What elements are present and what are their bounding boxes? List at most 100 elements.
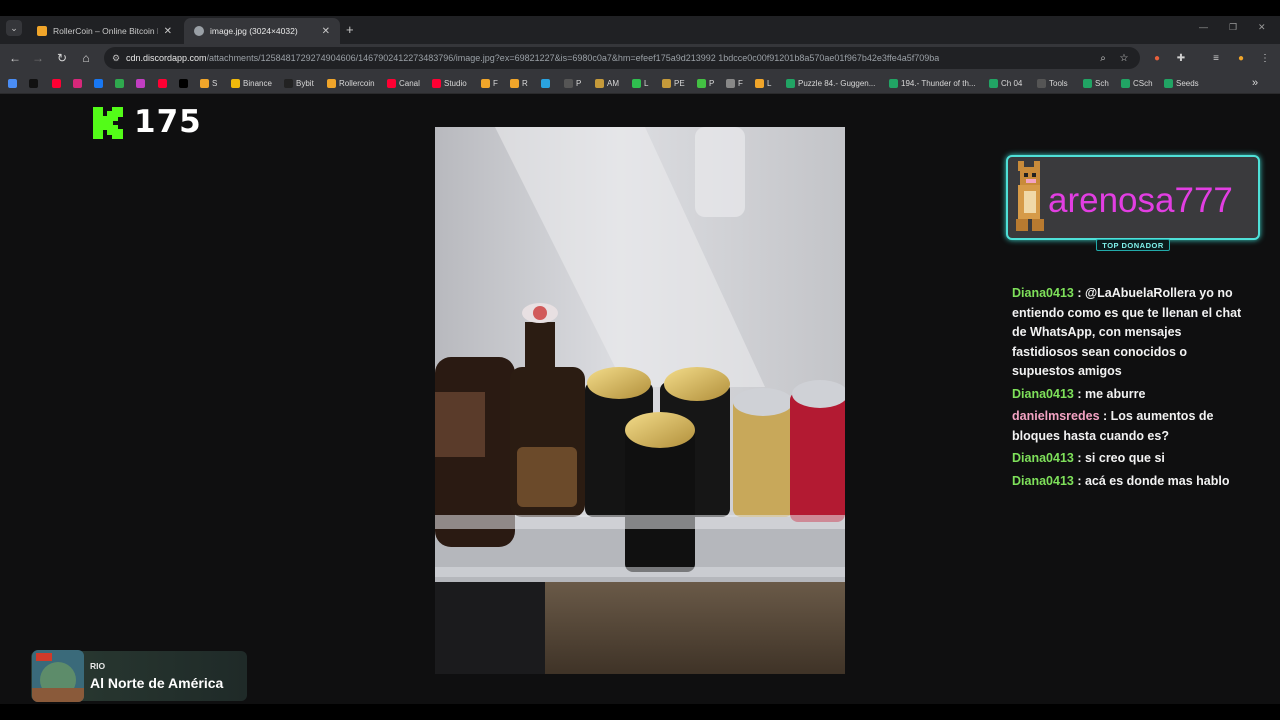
- bookmark-item[interactable]: Sch: [1083, 76, 1109, 90]
- chat-username: Diana0413: [1012, 286, 1074, 300]
- bookmark-label: AM: [607, 78, 619, 88]
- app-icon: [136, 78, 145, 88]
- x-icon: [179, 78, 188, 88]
- bookmark-item[interactable]: Rollercoin: [327, 76, 375, 90]
- tab-image[interactable]: image.jpg (3024×4032) ✕: [184, 18, 340, 44]
- minimize-icon[interactable]: —: [1199, 22, 1208, 32]
- top-donor-name: arenosa777: [1048, 181, 1233, 220]
- globe-icon: [8, 78, 17, 88]
- profile-avatar[interactable]: ●: [1234, 51, 1248, 65]
- bookmark-item[interactable]: [94, 76, 106, 90]
- bookmark-item[interactable]: S: [200, 76, 217, 90]
- bookmark-label: Canal: [399, 78, 420, 88]
- menu-icon[interactable]: ⋮: [1258, 51, 1272, 65]
- top-donor-badge: arenosa777: [1006, 155, 1260, 240]
- forward-icon[interactable]: →: [30, 50, 46, 66]
- bookmark-item[interactable]: P: [697, 76, 714, 90]
- facebook-icon: [94, 78, 103, 88]
- chat-message: Diana0413 : acá es donde mas hablo: [1012, 473, 1230, 488]
- bookmark-item[interactable]: Studio: [432, 76, 467, 90]
- close-icon[interactable]: ✕: [322, 26, 330, 37]
- chat-text: si creo que si: [1084, 451, 1165, 465]
- letterbox-top: [0, 0, 1280, 16]
- bookmark-label: R: [522, 78, 528, 88]
- bookmark-label: CSch: [1133, 78, 1153, 88]
- bookmark-item[interactable]: [52, 76, 64, 90]
- bookmark-item[interactable]: F: [481, 76, 498, 90]
- bookmark-item[interactable]: [73, 76, 85, 90]
- bookmark-item[interactable]: Seeds: [1164, 76, 1199, 90]
- chat-username: Diana0413: [1012, 473, 1074, 488]
- app-icon: [632, 78, 641, 88]
- bookmark-label: Bybit: [296, 78, 314, 88]
- zoom-icon[interactable]: ⌕: [1096, 51, 1110, 65]
- bookmark-item[interactable]: F: [726, 76, 743, 90]
- bookmark-item[interactable]: PE: [662, 76, 685, 90]
- bookmark-item[interactable]: 194.- Thunder of th...: [889, 76, 976, 90]
- bookmark-label: Puzzle 84.- Guggen...: [798, 78, 876, 88]
- extension-fox-icon[interactable]: ●: [1150, 51, 1164, 65]
- tool-icon: [662, 78, 671, 88]
- bookmark-item[interactable]: CSch: [1121, 76, 1153, 90]
- bookmark-label: Tools: [1049, 78, 1068, 88]
- bookmark-item[interactable]: Ch 04: [989, 76, 1022, 90]
- bookmark-item[interactable]: Canal: [387, 76, 420, 90]
- bookmark-label: Sch: [1095, 78, 1109, 88]
- more-bookmarks-icon[interactable]: »: [1252, 76, 1258, 90]
- bookmark-item[interactable]: Bybit: [284, 76, 314, 90]
- bookmark-label: Seeds: [1176, 78, 1199, 88]
- bookmark-item[interactable]: [136, 76, 148, 90]
- bookmark-item[interactable]: L: [632, 76, 648, 90]
- bookmark-item[interactable]: Tools: [1037, 76, 1068, 90]
- home-icon[interactable]: ⌂: [78, 50, 94, 66]
- extensions-icon[interactable]: ✚: [1174, 51, 1188, 65]
- chat-message: Diana0413 : me aburre: [1012, 386, 1146, 401]
- maximize-icon[interactable]: ❐: [1229, 22, 1237, 33]
- bookmark-item[interactable]: [29, 76, 41, 90]
- close-window-icon[interactable]: ✕: [1258, 22, 1266, 33]
- sheets-icon: [889, 78, 898, 88]
- youtube-icon: [387, 78, 396, 88]
- new-tab-button[interactable]: +: [346, 22, 354, 37]
- bookmark-item[interactable]: Puzzle 84.- Guggen...: [786, 76, 875, 90]
- reload-icon[interactable]: ↻: [54, 50, 70, 66]
- bookmark-item[interactable]: P: [564, 76, 581, 90]
- url-host: cdn.discordapp.com: [126, 53, 207, 63]
- tab-search-button[interactable]: ⌄: [6, 20, 22, 36]
- site-info-icon[interactable]: ⚙: [112, 53, 126, 64]
- bookmark-item[interactable]: [158, 76, 170, 90]
- sheets-icon: [1121, 78, 1130, 88]
- address-bar[interactable]: ⚙ cdn.discordapp.com /attachments/125848…: [104, 47, 1140, 69]
- rollercoin-icon: [200, 78, 209, 88]
- bookmark-item[interactable]: R: [510, 76, 528, 90]
- sheets-icon: [786, 78, 795, 88]
- back-icon[interactable]: ←: [7, 50, 23, 66]
- bookmark-item[interactable]: [115, 76, 127, 90]
- bookmark-item[interactable]: [541, 76, 553, 90]
- bookmark-item[interactable]: L: [755, 76, 771, 90]
- follower-count: 175: [134, 104, 202, 140]
- letterbox-bottom: [0, 704, 1280, 720]
- bookmark-label: PE: [674, 78, 685, 88]
- sheets-icon: [989, 78, 998, 88]
- bookmark-label: F: [738, 78, 743, 88]
- bookmark-label: P: [576, 78, 582, 88]
- binance-icon: [231, 78, 240, 88]
- tab-rollercoin[interactable]: RollerCoin – Online Bitcoin Mini ✕: [27, 18, 182, 44]
- close-icon[interactable]: ✕: [164, 26, 172, 37]
- tab-title: image.jpg (3024×4032): [210, 26, 298, 36]
- media-controls-icon[interactable]: ≡: [1209, 51, 1223, 65]
- chat-text: acá es donde mas hablo: [1084, 473, 1230, 488]
- chat-text: me aburre: [1084, 386, 1146, 401]
- telegram-icon: [541, 78, 550, 88]
- bookmark-star-icon[interactable]: ☆: [1117, 51, 1131, 65]
- top-donor-label: TOP DONADOR: [1096, 239, 1170, 251]
- bookmark-item[interactable]: Binance: [231, 76, 272, 90]
- bookmark-label: F: [493, 78, 498, 88]
- rollercoin-icon: [37, 26, 47, 36]
- bookmark-item[interactable]: AM: [595, 76, 619, 90]
- bookmark-label: P: [709, 78, 715, 88]
- bookmark-item[interactable]: [8, 76, 20, 90]
- url-path: /attachments/1258481729274904606/1467902…: [206, 53, 940, 63]
- bookmark-item[interactable]: [179, 76, 191, 90]
